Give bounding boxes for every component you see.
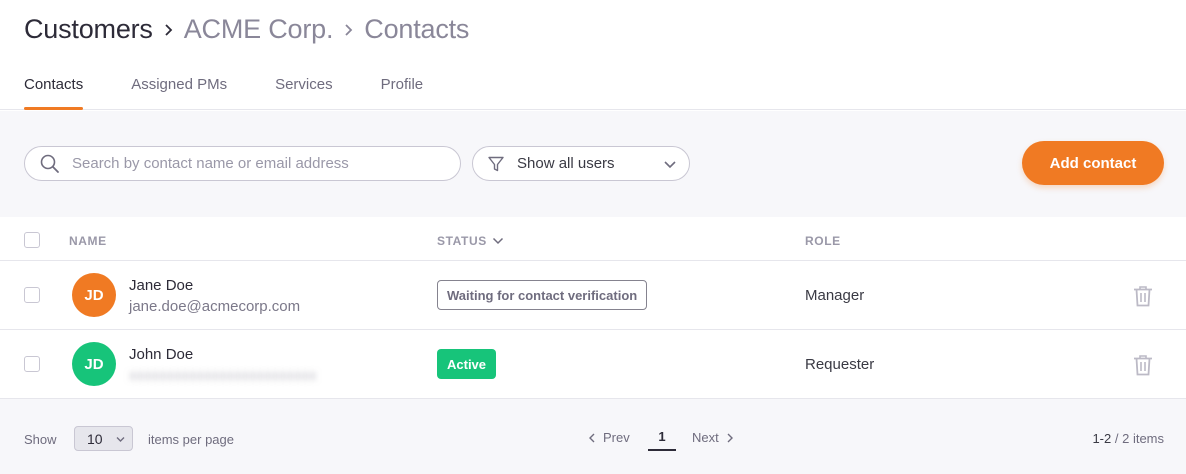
add-contact-button[interactable]: Add contact bbox=[1022, 141, 1164, 185]
tab-services[interactable]: Services bbox=[275, 74, 333, 110]
trash-icon[interactable] bbox=[1133, 285, 1153, 307]
row-checkbox[interactable] bbox=[24, 287, 40, 303]
row-checkbox[interactable] bbox=[24, 356, 40, 372]
contact-email: jane.doe@acmecorp.com bbox=[129, 298, 301, 315]
per-page-select[interactable]: 10 bbox=[74, 426, 133, 451]
column-header-role[interactable]: ROLE bbox=[805, 234, 841, 248]
status-badge: Active bbox=[437, 349, 497, 379]
next-page-button[interactable]: Next bbox=[692, 430, 734, 445]
items-count: 1-2 / 2 items bbox=[1092, 431, 1164, 446]
prev-page-button[interactable]: Prev bbox=[588, 430, 630, 445]
chevron-left-icon bbox=[589, 433, 595, 442]
avatar: JD bbox=[72, 342, 116, 386]
table-row[interactable]: JD Jane Doe jane.doe@acmecorp.com Waitin… bbox=[0, 261, 1186, 330]
column-header-status[interactable]: STATUS bbox=[437, 234, 504, 248]
tab-profile[interactable]: Profile bbox=[381, 74, 424, 110]
breadcrumb-acme-corp[interactable]: ACME Corp. bbox=[184, 14, 334, 45]
tab-contacts[interactable]: Contacts bbox=[24, 74, 84, 110]
breadcrumb-contacts: Contacts bbox=[364, 14, 470, 44]
column-header-status-label: STATUS bbox=[437, 234, 487, 248]
contacts-table: NAME STATUS ROLE JD Jane Doe jane.doe@ac… bbox=[0, 217, 1186, 399]
toolbar: Show all users Add contact bbox=[0, 111, 1186, 217]
next-label: Next bbox=[692, 430, 719, 445]
status-badge: Waiting for contact verification bbox=[437, 280, 648, 310]
search-icon bbox=[40, 154, 59, 173]
chevron-right-icon bbox=[163, 23, 175, 37]
items-total: / 2 items bbox=[1114, 431, 1164, 446]
show-label: Show bbox=[24, 432, 57, 447]
search-box bbox=[24, 146, 461, 181]
table-row[interactable]: JD John Doe xxxxxxxxxxxxxxxxxxxxxxxxx Ac… bbox=[0, 330, 1186, 399]
prev-label: Prev bbox=[603, 430, 630, 445]
table-header: NAME STATUS ROLE bbox=[0, 217, 1186, 261]
chevron-down-icon bbox=[664, 161, 676, 169]
pagination-bar: Show 10 items per page Prev 1 Next 1-2 /… bbox=[0, 399, 1186, 474]
items-range: 1-2 bbox=[1092, 431, 1112, 446]
search-input[interactable] bbox=[72, 155, 432, 172]
contact-email-redacted: xxxxxxxxxxxxxxxxxxxxxxxxx bbox=[129, 367, 317, 384]
contact-name: Jane Doe bbox=[129, 277, 194, 294]
filter-label: Show all users bbox=[517, 155, 615, 172]
page-1-button[interactable]: 1 bbox=[648, 428, 676, 451]
column-header-name[interactable]: NAME bbox=[69, 234, 107, 248]
tab-bar: Contacts Assigned PMs Services Profile bbox=[24, 74, 471, 110]
chevron-right-icon bbox=[343, 23, 355, 37]
items-per-page-label: items per page bbox=[148, 432, 234, 447]
select-all-checkbox[interactable] bbox=[24, 232, 40, 248]
chevron-right-icon bbox=[727, 433, 733, 442]
contact-name: John Doe bbox=[129, 346, 194, 363]
page-header: Customers ACME Corp. Contacts Contacts A… bbox=[0, 0, 1186, 110]
tab-assigned-pms[interactable]: Assigned PMs bbox=[131, 74, 227, 110]
contact-role: Requester bbox=[805, 356, 875, 373]
trash-icon[interactable] bbox=[1133, 354, 1153, 376]
filter-icon bbox=[488, 156, 504, 171]
chevron-down-icon bbox=[116, 437, 125, 442]
breadcrumb-customers[interactable]: Customers bbox=[24, 14, 153, 45]
avatar: JD bbox=[72, 273, 116, 317]
breadcrumb: Customers ACME Corp. Contacts bbox=[24, 14, 469, 45]
chevron-down-icon bbox=[492, 237, 503, 245]
per-page-value: 10 bbox=[87, 430, 103, 447]
contact-role: Manager bbox=[805, 287, 865, 304]
user-filter-select[interactable]: Show all users bbox=[472, 146, 690, 181]
